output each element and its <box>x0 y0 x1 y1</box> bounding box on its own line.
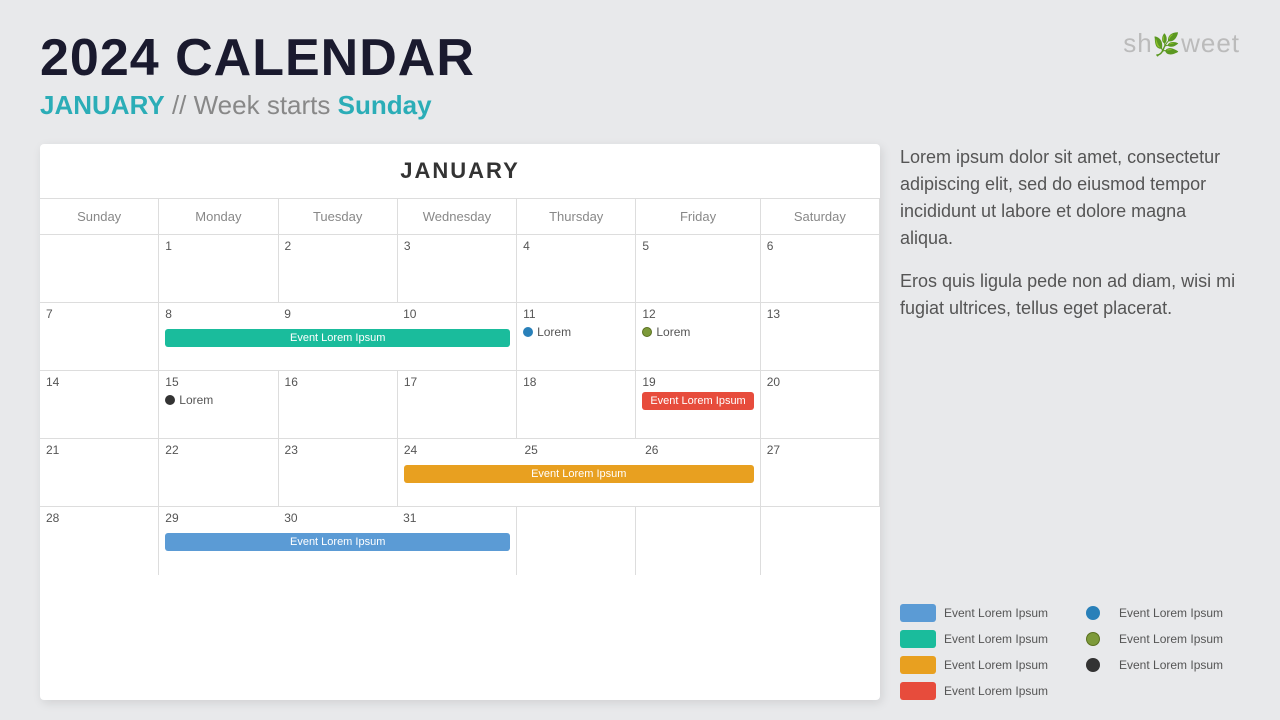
legend-item-dot-olive: Event Lorem Ipsum <box>1075 630 1240 648</box>
cal-cell: 3 <box>398 235 517 303</box>
day-header-mon: Monday <box>159 199 278 235</box>
cal-cell <box>517 507 636 575</box>
page-title: 2024 CALENDAR <box>40 30 1240 87</box>
event-red-bar: Event Lorem Ipsum <box>642 392 753 410</box>
cal-cell: 24 25 26 Event Lorem Ipsum <box>398 439 761 507</box>
event-orange-bar: Event Lorem Ipsum <box>404 465 754 483</box>
legend-item-teal: Event Lorem Ipsum <box>900 630 1065 648</box>
legend-label: Event Lorem Ipsum <box>944 658 1048 672</box>
calendar: JANUARY Sunday Monday Tuesday Wednesday … <box>40 144 880 700</box>
legend: Event Lorem Ipsum Event Lorem Ipsum Even… <box>900 604 1240 700</box>
day-header-sat: Saturday <box>761 199 880 235</box>
legend-label: Event Lorem Ipsum <box>944 606 1048 620</box>
cal-cell: 4 <box>517 235 636 303</box>
cal-cell: 22 <box>159 439 278 507</box>
cal-cell: 13 <box>761 303 880 371</box>
calendar-month-header: JANUARY <box>40 144 880 199</box>
dark-dot-icon <box>165 395 175 405</box>
sub-title: JANUARY // Week starts Sunday <box>40 87 1240 123</box>
month-label: JANUARY <box>40 90 165 120</box>
legend-label: Event Lorem Ipsum <box>944 632 1048 646</box>
cal-cell: 11 Lorem <box>517 303 636 371</box>
header: 2024 CALENDAR JANUARY // Week starts Sun… <box>40 30 1240 124</box>
content-row: JANUARY Sunday Monday Tuesday Wednesday … <box>40 144 1240 700</box>
cal-cell: 7 <box>40 303 159 371</box>
logo: sh🌿weet <box>1123 28 1240 59</box>
day-header-wed: Wednesday <box>398 199 517 235</box>
legend-label: Event Lorem Ipsum <box>1119 632 1223 646</box>
cal-cell: 14 <box>40 371 159 439</box>
cal-cell: 23 <box>279 439 398 507</box>
day-header-sun: Sunday <box>40 199 159 235</box>
day-header-thu: Thursday <box>517 199 636 235</box>
legend-label: Event Lorem Ipsum <box>1119 606 1223 620</box>
cal-cell: 16 <box>279 371 398 439</box>
legend-swatch-orange <box>900 656 936 674</box>
blue-dot-icon <box>523 327 533 337</box>
cal-cell: 1 <box>159 235 278 303</box>
day-header-tue: Tuesday <box>279 199 398 235</box>
cal-cell: 5 <box>636 235 760 303</box>
description: Lorem ipsum dolor sit amet, consectetur … <box>900 144 1240 338</box>
event-dot-olive: Lorem <box>642 325 690 339</box>
cal-cell: 2 <box>279 235 398 303</box>
cal-cell: 8 9 10 Event Lorem Ipsum <box>159 303 517 371</box>
page: sh🌿weet 2024 CALENDAR JANUARY // Week st… <box>0 0 1280 720</box>
legend-item-red: Event Lorem Ipsum <box>900 682 1065 700</box>
legend-dot-dark <box>1086 658 1100 672</box>
legend-label: Event Lorem Ipsum <box>944 684 1048 698</box>
cal-cell: 21 <box>40 439 159 507</box>
right-panel: Lorem ipsum dolor sit amet, consectetur … <box>900 144 1240 700</box>
cal-cell: 6 <box>761 235 880 303</box>
event-steel-bar: Event Lorem Ipsum <box>165 533 510 551</box>
cal-cell <box>40 235 159 303</box>
week-start-label: Sunday <box>338 90 432 120</box>
event-teal-bar: Event Lorem Ipsum <box>165 329 510 347</box>
calendar-grid: Sunday Monday Tuesday Wednesday Thursday… <box>40 199 880 575</box>
event-dot-blue: Lorem <box>523 325 571 339</box>
legend-label: Event Lorem Ipsum <box>1119 658 1223 672</box>
cal-cell <box>636 507 760 575</box>
description-para2: Eros quis ligula pede non ad diam, wisi … <box>900 268 1240 322</box>
legend-item-steel: Event Lorem Ipsum <box>900 604 1065 622</box>
cal-cell: 18 <box>517 371 636 439</box>
cal-cell: 15 Lorem <box>159 371 278 439</box>
cal-cell: 28 <box>40 507 159 575</box>
legend-swatch-red <box>900 682 936 700</box>
event-dot-dark: Lorem <box>165 393 213 407</box>
legend-swatch-teal <box>900 630 936 648</box>
cal-cell <box>761 507 880 575</box>
day-header-fri: Friday <box>636 199 760 235</box>
legend-item-dot-dark: Event Lorem Ipsum <box>1075 656 1240 674</box>
cal-cell: 20 <box>761 371 880 439</box>
cal-cell: 12 Lorem <box>636 303 760 371</box>
cal-cell: 27 <box>761 439 880 507</box>
cal-cell: 19 Event Lorem Ipsum <box>636 371 760 439</box>
legend-dot-blue <box>1086 606 1100 620</box>
olive-dot-icon <box>642 327 652 337</box>
subtitle-rest: // Week starts <box>165 90 338 120</box>
legend-dot-olive <box>1086 632 1100 646</box>
legend-swatch-steel <box>900 604 936 622</box>
description-para1: Lorem ipsum dolor sit amet, consectetur … <box>900 144 1240 252</box>
cal-cell: 29 30 31 Event Lorem Ipsum <box>159 507 517 575</box>
legend-item-dot-blue: Event Lorem Ipsum <box>1075 604 1240 622</box>
legend-item-orange: Event Lorem Ipsum <box>900 656 1065 674</box>
cal-cell: 17 <box>398 371 517 439</box>
